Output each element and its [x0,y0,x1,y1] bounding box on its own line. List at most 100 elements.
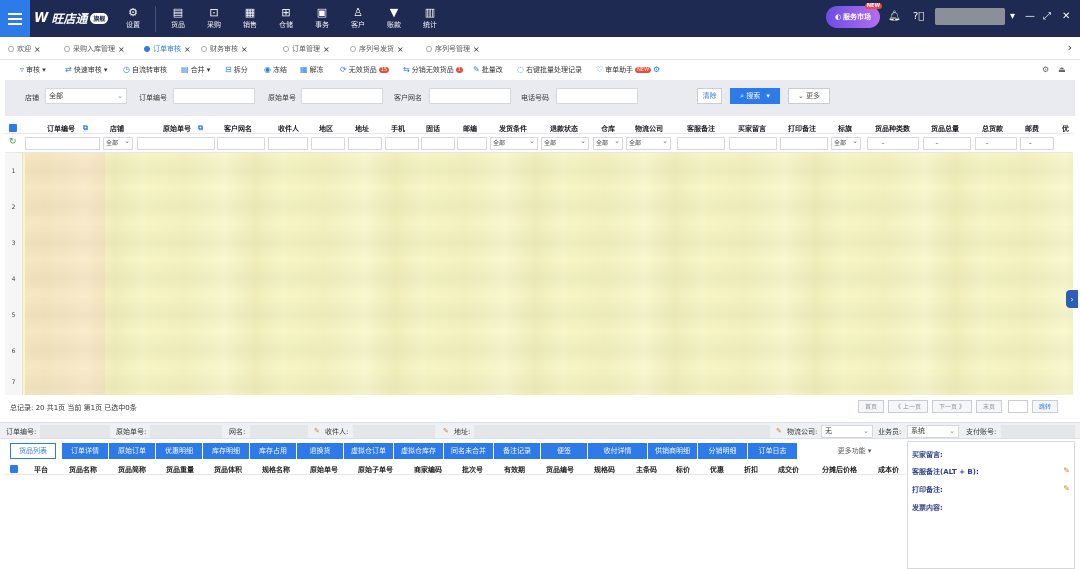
col-header[interactable]: 货品重量 [166,465,194,475]
user-account[interactable] [935,8,1005,25]
tab-order-log[interactable]: 订单日志 [748,443,798,459]
select-all-checkbox[interactable] [9,124,17,134]
col-filter-input[interactable] [421,137,455,150]
col-filter-select[interactable]: 全部 [831,136,861,150]
col-filter-input[interactable] [311,137,345,150]
col-header[interactable]: 原始子单号 [358,465,393,475]
col-header[interactable]: 有效期 [504,465,525,475]
tab-order-detail[interactable]: 订单详情 [62,443,109,459]
col-filter-input[interactable] [348,137,382,150]
col-filter-select[interactable]: 全部 [626,136,671,150]
merge-button[interactable]: ▤ 合并 ▾ [181,63,210,76]
tab-distribution-detail[interactable]: 分销明细 [698,443,748,459]
col-filter-input[interactable] [217,137,265,150]
page-number-input[interactable] [1008,400,1028,413]
col-filter-input[interactable] [729,137,777,150]
prev-page-button[interactable]: 《 上一页 [888,400,928,413]
salesman-select[interactable]: 系统 ⌄ [907,425,959,438]
select-all-checkbox[interactable] [10,465,18,475]
batch-edit-button[interactable]: ✎ 批量改 [473,63,503,76]
tab-serial-management[interactable]: 序列号管理 × [426,41,480,57]
col-header[interactable]: 打印备注 [788,124,816,134]
col-filter-range[interactable]: – [867,137,919,150]
row-number[interactable]: 6 [5,333,23,369]
minimize-icon[interactable]: — [1025,11,1035,22]
col-header[interactable]: 批次号 [462,465,483,475]
col-header[interactable]: 收件人 [278,124,299,134]
row-number[interactable]: 4 [5,261,23,297]
customer-input[interactable] [429,88,511,104]
col-header[interactable]: 订单编号 [47,124,75,134]
col-filter-input[interactable] [385,137,419,150]
tab-supplier-detail[interactable]: 供销商明细 [648,443,698,459]
service-market-button[interactable]: ◐ 服务市场 NEW [826,3,882,28]
col-header[interactable]: 优惠 [710,465,724,475]
close-window-icon[interactable]: ✕ [1062,11,1070,22]
col-header[interactable]: 折扣 [744,465,758,475]
row-number[interactable]: 1 [5,153,23,189]
close-icon[interactable]: × [118,45,125,54]
dist-invalid-goods-button[interactable]: ⇆ 分销无效货品 1 [403,63,463,76]
col-header[interactable]: 手机 [391,124,405,134]
close-icon[interactable]: × [34,45,41,54]
help-icon[interactable]: ?⃝ [913,11,924,22]
col-header[interactable]: 客服备注 [687,124,715,134]
tab-remark-log[interactable]: 备注记录 [494,443,541,459]
tab-inventory[interactable]: 库存明细 [203,443,250,459]
col-filter-input[interactable] [780,137,828,150]
tab-serial-shipping[interactable]: 序列号发货 × [350,41,404,57]
shop-select[interactable]: 全部 ⌄ [45,88,127,104]
row-number[interactable]: 5 [5,297,23,333]
nav-item-affairs[interactable]: ▣ 事务 [304,0,340,37]
col-header[interactable]: 固话 [426,124,440,134]
settings-icon[interactable]: ⚙ [1042,63,1049,76]
col-header[interactable]: 地址 [355,124,369,134]
side-expand-button[interactable]: › [1066,290,1078,308]
col-filter-select[interactable]: 全部 [593,136,623,150]
freeze-button[interactable]: ◉ 冻结 [264,63,287,76]
close-icon[interactable]: × [184,45,191,54]
col-header[interactable]: 货品种类数 [875,124,910,134]
col-header[interactable]: 标价 [676,465,690,475]
hamburger-menu-button[interactable] [0,0,30,37]
col-header[interactable]: 物流公司 [635,124,663,134]
tab-discount[interactable]: 优惠明细 [156,443,203,459]
col-header[interactable]: 邮费 [1025,124,1039,134]
col-header[interactable]: 仓库 [601,124,615,134]
next-page-button[interactable]: 下一页 》 [932,400,972,413]
close-icon[interactable]: × [241,45,248,54]
close-icon[interactable]: × [473,45,480,54]
col-filter-input[interactable] [137,137,215,150]
tab-order-review[interactable]: 订单审核 × [144,41,191,57]
clear-button[interactable]: 清除 [697,88,722,104]
col-filter-range[interactable]: – [923,137,971,150]
edit-icon[interactable]: ✎ [1063,466,1070,475]
tab-returns[interactable]: 退换货 [297,443,344,459]
unfreeze-button[interactable]: ▦ 解冻 [300,63,324,76]
more-functions-button[interactable]: 更多功能 ▾ [825,443,885,459]
edit-icon[interactable]: ✎ [443,427,449,435]
tab-goods-list[interactable]: 货品列表 [10,443,56,459]
split-button[interactable]: ⊟ 拆分 [225,63,248,76]
col-filter-input[interactable] [25,137,100,150]
col-filter-range[interactable]: – [1020,137,1054,150]
col-header[interactable]: 货品编号 [546,465,574,475]
nav-item-settings[interactable]: ⚙ 设置 [115,0,151,37]
col-header[interactable]: 规格码 [594,465,615,475]
edit-icon[interactable]: ✎ [314,427,320,435]
row-number[interactable]: 7 [5,369,23,395]
restore-icon[interactable]: ⤢ [1043,11,1051,22]
tabs-next-icon[interactable]: › [1068,41,1072,54]
row-number[interactable]: 3 [5,225,23,261]
col-filter-select[interactable]: 全部 [541,136,589,150]
review-button[interactable]: ▿ 审核 ▾ [20,63,46,76]
user-dropdown-icon[interactable]: ▾ [1010,11,1015,22]
col-header[interactable]: 货品总量 [931,124,959,134]
auto-flow-review-button[interactable]: ◷ 自流转审核 [123,63,167,76]
tab-welcome[interactable]: 欢迎 × [8,41,41,57]
nav-item-statistics[interactable]: ▥ 统计 [412,0,448,37]
col-filter-input[interactable] [268,137,308,150]
col-header[interactable]: 优 [1062,124,1069,134]
phone-input[interactable] [556,88,638,104]
first-page-button[interactable]: 首页 [858,400,884,413]
